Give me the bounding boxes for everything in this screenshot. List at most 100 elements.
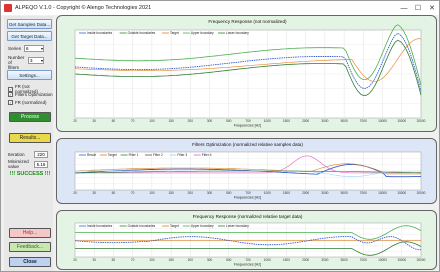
minimize-button[interactable]: — xyxy=(397,1,411,15)
frn-tick-label: 2000 xyxy=(302,258,309,262)
frn-tick-label: 70 xyxy=(131,258,135,262)
frn-tick-label: 200 xyxy=(188,258,194,262)
frn-tick-label: 5000 xyxy=(341,258,348,262)
frn-title: Frequency Response (normalized relative … xyxy=(193,214,303,219)
fr-tick-label: 2000 xyxy=(302,119,309,123)
close-window-button[interactable]: ✕ xyxy=(425,1,439,15)
filters-value: 3 xyxy=(30,58,33,63)
fo-tick-label: 500 xyxy=(226,191,232,195)
fr-tick-label: 10000 xyxy=(378,119,387,123)
fo-tick-label: 70 xyxy=(131,191,135,195)
series-select[interactable]: 6 ▾ xyxy=(24,45,44,52)
frn-tick-label: 3000 xyxy=(321,258,328,262)
filters-select[interactable]: 3 ▾ xyxy=(28,57,44,64)
fr-tick-label: 200 xyxy=(188,119,194,123)
frn-tick-label: 50 xyxy=(112,258,116,262)
success-message: !!! SUCCESS !!! xyxy=(9,171,51,177)
fr-legend-label: Lower boundary xyxy=(226,31,249,35)
frn-tick-label: 30 xyxy=(92,258,96,262)
frn-tick-label: 300 xyxy=(207,258,213,262)
fr-tick-label: 1500 xyxy=(283,119,290,123)
get-samples-button[interactable]: Get Samples Data... xyxy=(7,19,52,29)
minimized-label: Minimized value xyxy=(8,159,29,169)
app-icon xyxy=(4,4,12,12)
fo-tick-label: 10000 xyxy=(378,191,387,195)
frn-tick-label: 150 xyxy=(168,258,174,262)
frn-tick-label: 7000 xyxy=(360,258,367,262)
fo-title: Filters Optimization (normalized relativ… xyxy=(192,142,303,147)
app-window: ALPEQO V.1.0 - Copyright © Alengo Techno… xyxy=(0,0,440,272)
chevron-down-icon: ▾ xyxy=(40,58,43,63)
results-button[interactable]: Results... xyxy=(9,133,51,143)
frn-tick-label: 10000 xyxy=(378,258,387,262)
fr-tick-label: 300 xyxy=(207,119,213,123)
fo-legend-label: Filter 4 xyxy=(202,153,212,157)
fo-legend-label: Target xyxy=(108,153,117,157)
fo-tick-label: 7000 xyxy=(360,191,367,195)
window-title: ALPEQO V.1.0 - Copyright © Alengo Techno… xyxy=(15,5,152,11)
fr-tick-label: 1000 xyxy=(264,119,271,123)
fo-tick-label: 3000 xyxy=(321,191,328,195)
fo-tick-label: 200 xyxy=(188,191,194,195)
fr-tick-label: 20 xyxy=(73,119,77,123)
fo-legend-label: Filter 2 xyxy=(153,153,163,157)
frn-checkbox[interactable]: ✓ FR (normalized) xyxy=(8,100,46,105)
fr-xlabel: Frequencies [Hz] xyxy=(234,124,261,128)
settings-button[interactable]: Settings... xyxy=(7,70,52,80)
fr-tick-label: 100 xyxy=(149,119,155,123)
fr-legend-label: Target xyxy=(170,31,179,35)
fo-tick-label: 15000 xyxy=(397,191,406,195)
fo-tick-label: 5000 xyxy=(341,191,348,195)
fo-tick-label: 700 xyxy=(245,191,251,195)
fr-tick-label: 700 xyxy=(245,119,251,123)
maximize-button[interactable]: ☐ xyxy=(411,1,425,15)
frn-checkbox-label: FR (normalized) xyxy=(15,100,47,105)
iteration-value: 220 xyxy=(34,151,48,158)
fr-title: Frequency Response (not normalized) xyxy=(208,19,287,24)
process-button[interactable]: Process xyxy=(9,112,51,122)
fo-tick-label: 30 xyxy=(92,191,96,195)
frn-tick-label: 20000 xyxy=(417,258,426,262)
frn-chart: Frequency Response (normalized relative … xyxy=(73,214,426,267)
frn-tick-label: 700 xyxy=(245,258,251,262)
fo-checkbox[interactable]: ✓ Filters Optimization xyxy=(8,92,53,97)
fo-panel: Filters Optimization (normalized relativ… xyxy=(56,138,437,204)
fo-legend-label: Filter 3 xyxy=(177,153,187,157)
fr-tick-label: 20000 xyxy=(417,119,426,123)
help-button[interactable]: Help... xyxy=(9,228,51,238)
fr-panel: Frequency Response (not normalized) 20 30 5… xyxy=(56,15,437,132)
fr-legend-label: Inside boundaries xyxy=(87,31,113,35)
frn-tick-label: 20 xyxy=(73,258,77,262)
fo-legend-label: Filter 1 xyxy=(129,153,139,157)
fr-tick-label: 5000 xyxy=(341,119,348,123)
fr-tick-label: 7000 xyxy=(360,119,367,123)
fo-checkbox-label: Filters Optimization xyxy=(15,92,53,97)
close-button[interactable]: Close xyxy=(9,257,51,267)
fo-chart: Filters Optimization (normalized relativ… xyxy=(73,142,426,200)
fo-tick-label: 20000 xyxy=(417,191,426,195)
fr-chart: Frequency Response (not normalized) 20 30 5… xyxy=(73,19,426,128)
iteration-label: Iteration xyxy=(8,152,25,157)
frn-xlabel: Frequencies [Hz] xyxy=(234,263,261,267)
frn-tick-label: 500 xyxy=(226,258,232,262)
fr-tick-label: 30 xyxy=(92,119,96,123)
frn-tick-label: 1000 xyxy=(264,258,271,262)
check-icon: ✓ xyxy=(8,92,13,97)
chevron-down-icon: ▾ xyxy=(40,46,43,51)
fr-tick-label: 70 xyxy=(131,119,135,123)
series-label: Series xyxy=(8,46,22,51)
get-target-button[interactable]: Get Target Data... xyxy=(7,31,52,41)
fo-tick-label: 300 xyxy=(207,191,213,195)
feedback-button[interactable]: Feedback... xyxy=(9,242,51,252)
fo-legend-label: Result xyxy=(87,153,96,157)
fr-tick-label: 150 xyxy=(168,119,174,123)
fr-tick-label: 500 xyxy=(226,119,232,123)
fr-tick-label: 15000 xyxy=(397,119,406,123)
fo-xlabel: Frequencies [Hz] xyxy=(234,196,261,200)
check-icon: ✓ xyxy=(8,100,13,105)
fr-legend-label: Outside boundaries xyxy=(128,31,156,35)
fo-tick-label: 20 xyxy=(73,191,77,195)
title-bar: ALPEQO V.1.0 - Copyright © Alengo Techno… xyxy=(1,1,439,15)
fo-tick-label: 2000 xyxy=(302,191,309,195)
fo-tick-label: 150 xyxy=(168,191,174,195)
